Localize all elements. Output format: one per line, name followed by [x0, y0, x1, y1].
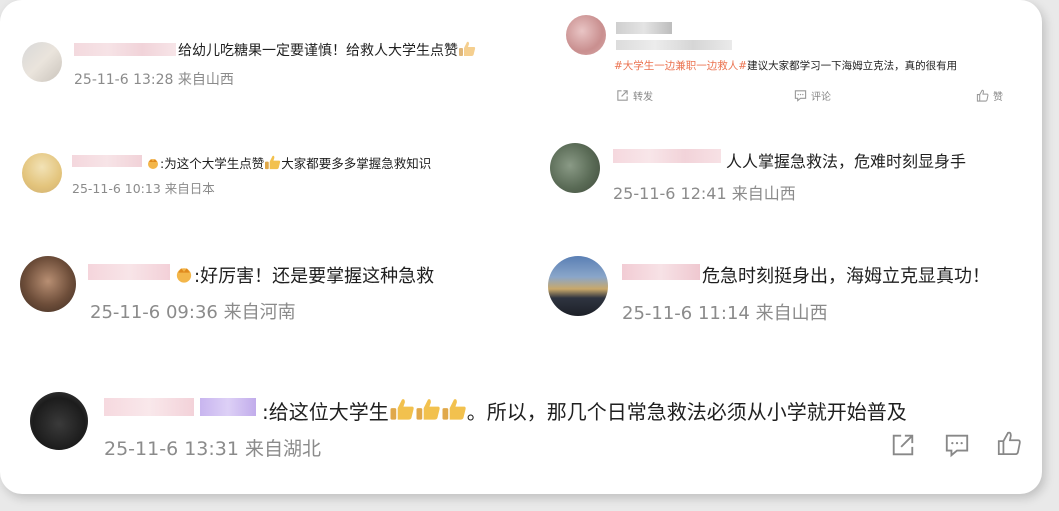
like-icon	[976, 89, 989, 102]
comment-5: :好厉害！还是要掌握这种急救 25-11-6 09:36 来自河南	[0, 250, 520, 330]
share-label: 转发	[633, 92, 653, 103]
username-blurred[interactable]	[616, 22, 672, 34]
comment-text-content: 给幼儿吃糖果一定要谨慎！给救人大学生点赞	[178, 43, 458, 59]
comment-text-content: :好厉害！还是要掌握这种急救	[194, 266, 435, 287]
comment-text-content-2: 大家都要多多掌握急救知识	[281, 156, 432, 171]
thumbs-up-icon	[390, 399, 414, 420]
username-blurred[interactable]	[622, 264, 700, 280]
comment-meta: 25-11-6 13:28 来自山西	[74, 72, 234, 88]
comment-1: 给幼儿吃糖果一定要谨慎！给救人大学生点赞 25-11-6 13:28 来自山西	[0, 0, 520, 110]
username-blurred[interactable]	[88, 264, 170, 280]
avatar[interactable]	[22, 42, 62, 82]
thumbs-up-icon	[416, 399, 440, 420]
username-blurred[interactable]	[104, 398, 194, 416]
comment-3: :为这个大学生点赞 大家都要多多掌握急救知识 25-11-6 10:13 来自日本	[0, 135, 520, 215]
comment-button[interactable]	[944, 432, 970, 458]
comment-action[interactable]: 评论	[794, 88, 831, 103]
avatar[interactable]	[550, 143, 600, 193]
username-blurred[interactable]	[72, 155, 142, 167]
like-action[interactable]: 赞	[976, 88, 1003, 103]
avatar[interactable]	[566, 15, 606, 55]
comment-text-content-2: 。所以，那几个日常急救法必须从小学就开始普及	[466, 400, 907, 424]
like-button[interactable]	[996, 430, 1022, 456]
avatar[interactable]	[20, 256, 76, 312]
comment-icon	[794, 90, 807, 102]
thumbs-up-icon	[459, 41, 476, 56]
meta-blurred	[616, 40, 732, 50]
crown-badge-icon	[176, 268, 192, 283]
like-icon	[997, 431, 1021, 456]
thumbs-up-icon	[442, 399, 466, 420]
share-icon	[617, 90, 628, 101]
avatar[interactable]	[30, 392, 88, 450]
comment-icon	[945, 434, 969, 458]
comment-text: 给幼儿吃糖果一定要谨慎！给救人大学生点赞	[178, 40, 476, 60]
comment-text: 人人掌握急救法，危难时刻显身手	[726, 152, 967, 171]
comment-text-content: :给这位大学生	[262, 400, 389, 424]
crown-badge-icon	[148, 159, 158, 169]
avatar[interactable]	[22, 153, 62, 193]
hashtag-link[interactable]: #大学生一边兼职一边救人#	[614, 60, 747, 72]
comment-meta: 25-11-6 13:31 来自湖北	[104, 438, 321, 460]
avatar[interactable]	[548, 256, 608, 316]
comment-meta: 25-11-6 12:41 来自山西	[613, 184, 796, 203]
share-button[interactable]	[890, 432, 916, 458]
comment-text: :好厉害！还是要掌握这种急救	[174, 262, 434, 288]
badge-blurred	[200, 398, 256, 416]
comment-6: 危急时刻挺身出，海姆立克显真功！ 25-11-6 11:14 来自山西	[540, 250, 1040, 330]
comment-7: :给这位大学生 。所以，那几个日常急救法必须从小学就开始普及 25-11-6 13…	[0, 380, 1040, 490]
comments-card: 给幼儿吃糖果一定要谨慎！给救人大学生点赞 25-11-6 13:28 来自山西 …	[0, 0, 1042, 494]
comment-text-content: :为这个大学生点赞	[160, 156, 265, 171]
username-blurred[interactable]	[613, 149, 721, 163]
comment-meta: 25-11-6 11:14 来自山西	[622, 303, 828, 324]
share-icon	[892, 434, 914, 456]
comment-text-content: 建议大家都学习一下海姆立克法，真的很有用	[747, 60, 958, 72]
comment-text: #大学生一边兼职一边救人#建议大家都学习一下海姆立克法，真的很有用	[614, 58, 957, 73]
comment-text: :为这个大学生点赞 大家都要多多掌握急救知识	[146, 153, 431, 172]
username-blurred[interactable]	[74, 43, 176, 56]
comment-4: 人人掌握急救法，危难时刻显身手 25-11-6 12:41 来自山西	[540, 135, 1040, 215]
thumbs-up-icon	[265, 155, 281, 170]
comment-2: #大学生一边兼职一边救人#建议大家都学习一下海姆立克法，真的很有用 转发 评论 …	[540, 0, 1040, 120]
comment-meta: 25-11-6 10:13 来自日本	[72, 181, 215, 196]
like-label: 赞	[993, 92, 1003, 103]
share-action[interactable]: 转发	[616, 88, 653, 103]
comment-meta: 25-11-6 09:36 来自河南	[90, 302, 296, 323]
comment-text: :给这位大学生 。所以，那几个日常急救法必须从小学就开始普及	[262, 396, 907, 425]
comment-label: 评论	[811, 92, 831, 103]
comment-text: 危急时刻挺身出，海姆立克显真功！	[702, 266, 990, 287]
